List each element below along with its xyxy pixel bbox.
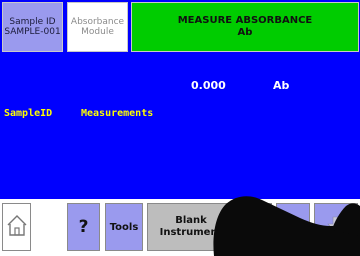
instrument-screen: Sample ID SAMPLE-001 Absorbance Module M… bbox=[0, 0, 360, 256]
finger-silhouette bbox=[213, 196, 360, 256]
